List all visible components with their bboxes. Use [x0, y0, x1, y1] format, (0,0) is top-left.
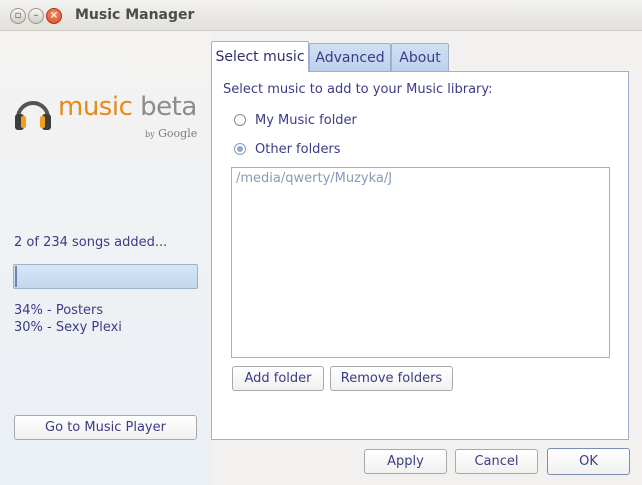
- logo-by: by: [145, 130, 155, 139]
- upload-progress-fill: [15, 266, 17, 287]
- select-music-panel: Select music to add to your Music librar…: [211, 71, 629, 440]
- apply-button[interactable]: Apply: [364, 449, 447, 474]
- logo-company: Google: [158, 127, 198, 140]
- close-glyph: ×: [49, 10, 59, 21]
- logo-word-music: music: [58, 92, 133, 122]
- go-to-music-player-button[interactable]: Go to Music Player: [14, 415, 197, 440]
- select-music-instruction: Select music to add to your Music librar…: [223, 82, 493, 97]
- folder-list-item[interactable]: /media/qwerty/Muzyka/J: [236, 171, 392, 186]
- radio-button[interactable]: [234, 114, 246, 126]
- logo-byline: by Google: [145, 127, 197, 140]
- window-title: Music Manager: [75, 7, 195, 23]
- title-bar: ▫ – × Music Manager: [0, 0, 642, 31]
- upload-progress-bar: [13, 264, 198, 289]
- folders-listbox[interactable]: /media/qwerty/Muzyka/J: [231, 167, 610, 358]
- tab-about[interactable]: About: [391, 43, 449, 72]
- radio-label: My Music folder: [255, 112, 357, 128]
- tab-select-music[interactable]: Select music: [211, 41, 309, 72]
- restore-window-icon[interactable]: ▫: [10, 8, 26, 24]
- radio-other-folders[interactable]: Other folders: [234, 140, 341, 158]
- minimize-glyph: –: [33, 10, 39, 21]
- cancel-button[interactable]: Cancel: [455, 449, 538, 474]
- tab-advanced[interactable]: Advanced: [309, 43, 391, 72]
- radio-my-music-folder[interactable]: My Music folder: [234, 111, 357, 129]
- logo-word-beta: beta: [132, 92, 197, 122]
- radio-label: Other folders: [255, 141, 341, 157]
- ok-button[interactable]: OK: [547, 448, 630, 475]
- radio-button-selected[interactable]: [234, 143, 246, 155]
- add-folder-button[interactable]: Add folder: [232, 366, 324, 391]
- logo-text: music beta: [58, 92, 197, 122]
- restore-glyph: ▫: [14, 10, 22, 21]
- remove-folders-button[interactable]: Remove folders: [330, 366, 453, 391]
- minimize-window-icon[interactable]: –: [28, 8, 44, 24]
- upload-item: 30% - Sexy Plexi: [14, 320, 122, 335]
- headphones-icon: [15, 101, 51, 130]
- songs-added-status: 2 of 234 songs added...: [14, 235, 168, 250]
- left-panel: music beta by Google 2 of 234 songs adde…: [0, 32, 210, 485]
- close-window-icon[interactable]: ×: [46, 8, 62, 24]
- upload-item: 34% - Posters: [14, 303, 104, 318]
- music-manager-window: ▫ – × Music Manager music beta by Google…: [0, 0, 642, 485]
- music-beta-logo: music beta by Google: [12, 92, 202, 142]
